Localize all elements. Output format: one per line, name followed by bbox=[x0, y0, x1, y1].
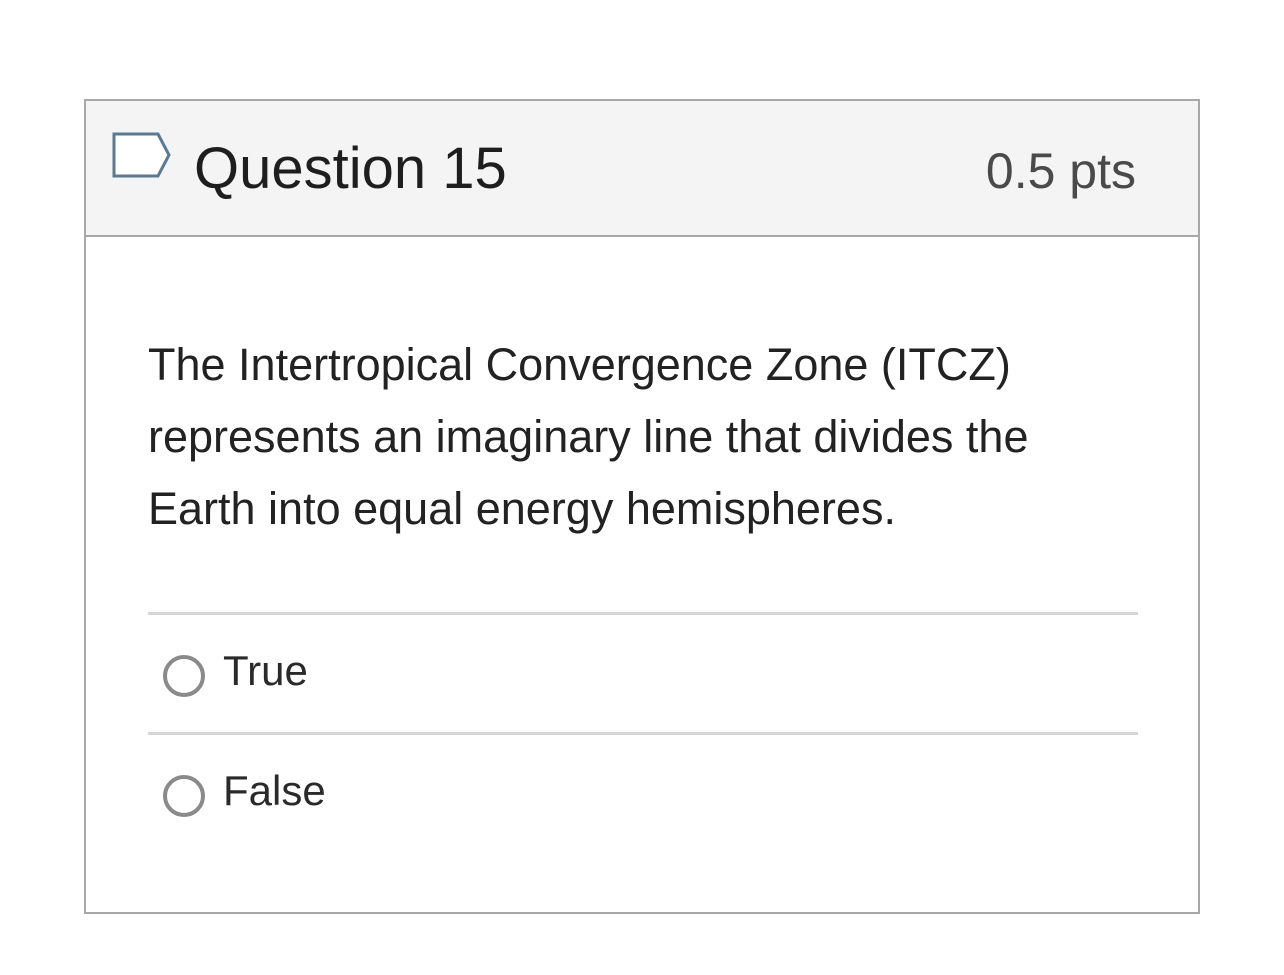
answer-option-false[interactable]: False bbox=[148, 735, 1138, 825]
answer-label-false: False bbox=[223, 767, 326, 814]
question-card: Question 15 0.5 pts The Intertropical Co… bbox=[84, 99, 1200, 914]
flag-question-icon[interactable] bbox=[110, 129, 174, 185]
question-text: The Intertropical Convergence Zone (ITCZ… bbox=[148, 339, 1029, 534]
question-title: Question 15 bbox=[194, 136, 507, 201]
answer-option-true[interactable]: True bbox=[148, 615, 1138, 705]
radio-button-true[interactable] bbox=[163, 655, 205, 697]
question-points: 0.5 pts bbox=[985, 143, 1136, 199]
answer-label-true: True bbox=[223, 647, 308, 694]
radio-button-false[interactable] bbox=[163, 775, 205, 817]
question-header: Question 15 0.5 pts bbox=[86, 101, 1198, 237]
